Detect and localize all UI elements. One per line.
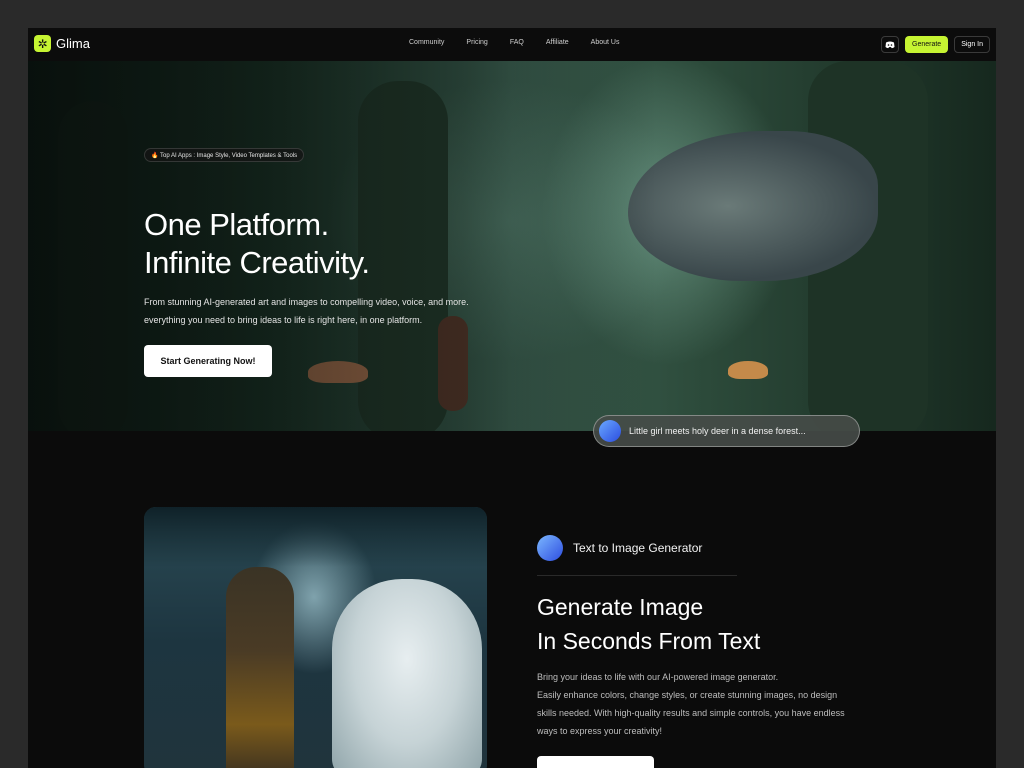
hero-title-line-1: One Platform. [144,207,329,242]
feature-title-line-2: In Seconds From Text [537,628,761,654]
prompt-pill[interactable]: Little girl meets holy deer in a dense f… [593,415,860,447]
nav-link-affiliate[interactable]: Affiliate [546,39,569,46]
hero-badge: 🔥 Top AI Apps : Image Style, Video Templ… [144,148,305,162]
polar-bear-figure [332,579,482,768]
page-frame: ✲ Glima Community Pricing FAQ Affiliate … [28,28,996,768]
text-to-image-icon [537,535,563,561]
nav-links: Community Pricing FAQ Affiliate About Us [409,39,641,46]
nav-link-faq[interactable]: FAQ [510,39,524,46]
hero-title: One Platform. Infinite Creativity. [144,206,370,282]
nav-link-community[interactable]: Community [409,39,444,46]
brand-name: Glima [56,36,90,51]
feature-cta-button[interactable] [537,756,654,768]
explorer-figure [226,567,294,768]
feature-desc-line-1: Bring your ideas to life with our AI-pow… [537,672,779,682]
feature-label: Text to Image Generator [573,541,703,555]
feature-image [144,507,487,768]
sign-in-button[interactable]: Sign In [954,36,990,53]
feature-desc-line-2: Easily enhance colors, change styles, or… [537,690,838,700]
prompt-text: Little girl meets holy deer in a dense f… [629,426,806,436]
generate-button[interactable]: Generate [905,36,949,53]
nav-link-about-us[interactable]: About Us [591,39,620,46]
hero-description: From stunning AI-generated art and image… [144,293,524,329]
feature-title-line-1: Generate Image [537,594,704,620]
hero-description-line-2: everything you need to bring ideas to li… [144,315,423,325]
feature-divider [537,575,737,576]
top-nav: ✲ Glima Community Pricing FAQ Affiliate … [28,28,996,61]
feature-desc-line-3: skills needed. With high-quality results… [537,708,845,718]
hero-description-line-1: From stunning AI-generated art and image… [144,297,469,307]
feature-desc-line-4: ways to express your creativity! [537,726,663,736]
feature-title: Generate Image In Seconds From Text [537,590,760,658]
hero-section: 🔥 Top AI Apps : Image Style, Video Templ… [28,61,996,431]
image-generator-icon [599,420,621,442]
feature-header: Text to Image Generator [537,535,702,561]
brand-logo[interactable]: ✲ Glima [34,35,90,52]
glima-logo-icon: ✲ [34,35,51,52]
cave-ceiling [144,507,487,567]
start-generating-button[interactable]: Start Generating Now! [144,345,272,377]
feature-description: Bring your ideas to life with our AI-pow… [537,668,877,740]
discord-icon[interactable] [881,36,900,53]
hero-title-line-2: Infinite Creativity. [144,245,370,280]
nav-actions: Generate Sign In [881,36,990,53]
nav-link-pricing[interactable]: Pricing [466,39,487,46]
